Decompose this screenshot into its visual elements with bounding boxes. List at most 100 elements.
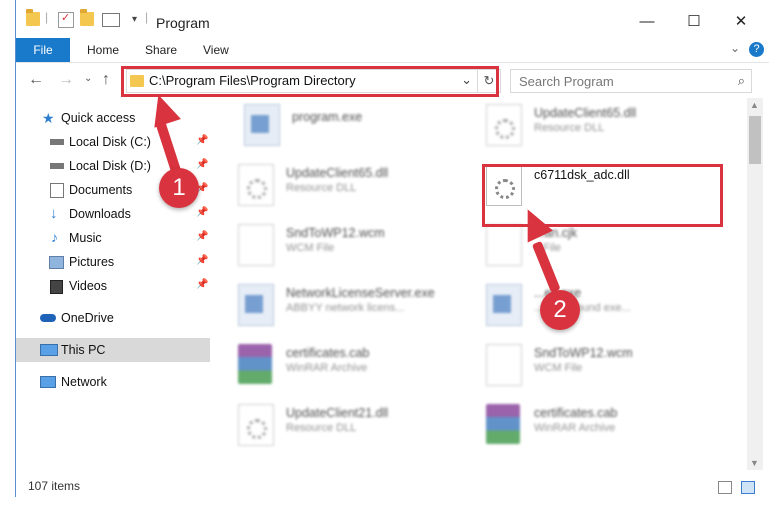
file-item[interactable]: certificates.cab WinRAR Archive <box>486 400 726 452</box>
blank-file-icon <box>486 224 522 266</box>
file-item[interactable]: UpdateClient65.dll Resource DLL <box>238 160 478 212</box>
navigation-pane: ★ Quick access Local Disk (C:) 📌 Local D… <box>16 98 210 470</box>
file-type: WCM File <box>534 362 583 374</box>
file-item[interactable]: NetworkLicenseServer.exe ABBYY network l… <box>238 280 478 332</box>
network-icon <box>40 376 56 388</box>
file-item[interactable]: UpdateClient21.dll Resource DLL <box>238 400 478 452</box>
sidebar-item-onedrive[interactable]: OneDrive <box>16 306 210 330</box>
documents-icon <box>50 183 64 198</box>
large-icons-view-icon[interactable] <box>741 481 755 494</box>
quick-access-toolbar-dropdown-icon[interactable]: ▾ <box>132 14 137 25</box>
recent-locations-icon[interactable]: ⌄ <box>84 73 92 84</box>
music-icon: ♪ <box>51 229 58 245</box>
pictures-icon <box>49 256 64 269</box>
sidebar-item-label: This PC <box>61 343 106 357</box>
sidebar-item-label: Pictures <box>69 255 115 269</box>
tab-share[interactable]: Share <box>145 38 177 62</box>
file-type: Resource DLL <box>534 122 605 134</box>
search-box[interactable]: Search Program ⌕ <box>510 69 752 93</box>
file-type: WCM File <box>286 242 335 254</box>
file-item[interactable]: SndToWP12.wcm WCM File <box>486 340 726 392</box>
scroll-down-icon[interactable]: ▼ <box>750 458 759 468</box>
address-bar-highlight <box>121 66 499 97</box>
search-input[interactable]: Search Program <box>519 74 614 89</box>
file-name: certificates.cab <box>286 346 370 360</box>
new-folder-icon[interactable] <box>80 9 94 26</box>
scrollbar-thumb[interactable] <box>749 116 761 164</box>
file-type: ABBYY network licens... <box>286 302 405 314</box>
scroll-up-icon[interactable]: ▲ <box>750 100 759 110</box>
step-1-badge: 1 <box>159 168 199 208</box>
sidebar-item-music[interactable]: ♪ Music 📌 <box>16 226 210 250</box>
forward-arrow-icon[interactable]: → <box>58 71 74 89</box>
sidebar-item-label: Local Disk (D:) <box>69 159 151 173</box>
customize-view-icon[interactable] <box>102 13 120 27</box>
sidebar-item-label: Music <box>69 231 102 245</box>
folder-icon <box>26 9 40 26</box>
download-icon: ↓ <box>50 205 58 222</box>
cloud-icon <box>40 314 56 322</box>
sidebar-item-label: OneDrive <box>61 311 114 325</box>
close-button[interactable]: ✕ <box>718 8 764 36</box>
file-name: SndToWP12.wcm <box>534 346 633 360</box>
file-name: program.exe <box>292 110 363 124</box>
status-bar: 107 items <box>16 476 769 497</box>
sidebar-item-label: Downloads <box>69 207 131 221</box>
file-item[interactable]: SndToWP12.wcm WCM File <box>238 220 478 272</box>
pin-icon[interactable]: 📌 <box>196 159 208 170</box>
sidebar-item-label: Documents <box>69 183 133 197</box>
file-item[interactable]: ...ec.exe ...background exe... <box>486 280 726 332</box>
vertical-scrollbar[interactable]: ▲ ▼ <box>747 98 763 470</box>
sidebar-item-label: Videos <box>69 279 107 293</box>
file-type: WinRAR Archive <box>534 422 616 434</box>
file-item[interactable]: program.exe <box>244 100 484 152</box>
winrar-archive-icon <box>486 404 520 444</box>
sidebar-item-local-disk-c[interactable]: Local Disk (C:) 📌 <box>16 130 210 154</box>
sidebar-item-network[interactable]: Network <box>16 370 210 394</box>
sidebar-item-this-pc[interactable]: This PC <box>16 338 210 362</box>
exe-file-icon <box>238 284 274 326</box>
details-view-icon[interactable] <box>718 481 732 494</box>
videos-icon <box>50 280 63 294</box>
file-type: Resource DLL <box>286 182 357 194</box>
file-name: UpdateClient21.dll <box>286 406 389 420</box>
drive-icon <box>50 163 64 169</box>
sidebar-item-pictures[interactable]: Pictures 📌 <box>16 250 210 274</box>
pin-icon[interactable]: 📌 <box>196 279 208 290</box>
star-icon: ★ <box>42 110 55 126</box>
item-count: 107 items <box>28 479 81 493</box>
blank-file-icon <box>238 224 274 266</box>
separator: | <box>45 10 49 24</box>
up-arrow-icon[interactable]: ↑ <box>102 71 110 89</box>
file-name: UpdateClient65.dll <box>534 106 637 120</box>
back-arrow-icon[interactable]: ← <box>28 71 44 89</box>
sidebar-item-videos[interactable]: Videos 📌 <box>16 274 210 298</box>
file-list: program.exe UpdateClient65.dll Resource … <box>216 98 746 470</box>
file-item[interactable]: UpdateClient65.dll Resource DLL <box>486 100 726 152</box>
computer-icon <box>40 344 58 356</box>
drive-icon <box>50 139 64 145</box>
pin-icon[interactable]: 📌 <box>196 135 208 146</box>
search-icon: ⌕ <box>737 73 745 88</box>
pin-icon[interactable]: 📌 <box>196 255 208 266</box>
sidebar-item-label: Local Disk (C:) <box>69 135 151 149</box>
file-type: WinRAR Archive <box>286 362 368 374</box>
file-type: Resource DLL <box>286 422 357 434</box>
tab-view[interactable]: View <box>203 38 229 62</box>
tab-home[interactable]: Home <box>87 38 119 62</box>
help-icon[interactable]: ? <box>749 42 764 57</box>
file-item[interactable]: certificates.cab WinRAR Archive <box>238 340 478 392</box>
dll-file-icon <box>238 404 274 446</box>
pin-icon[interactable]: 📌 <box>196 231 208 242</box>
properties-icon[interactable]: ✓ <box>58 12 74 28</box>
file-name: SndToWP12.wcm <box>286 226 385 240</box>
expand-ribbon-icon[interactable]: ⌄ <box>730 41 740 55</box>
dll-file-icon <box>486 104 522 146</box>
minimize-button[interactable]: — <box>624 8 670 36</box>
pin-icon[interactable]: 📌 <box>196 207 208 218</box>
maximize-button[interactable]: ☐ <box>671 8 717 36</box>
exe-file-icon <box>244 104 280 146</box>
file-name: certificates.cab <box>534 406 618 420</box>
tab-file[interactable]: File <box>16 38 70 62</box>
blank-file-icon <box>486 344 522 386</box>
